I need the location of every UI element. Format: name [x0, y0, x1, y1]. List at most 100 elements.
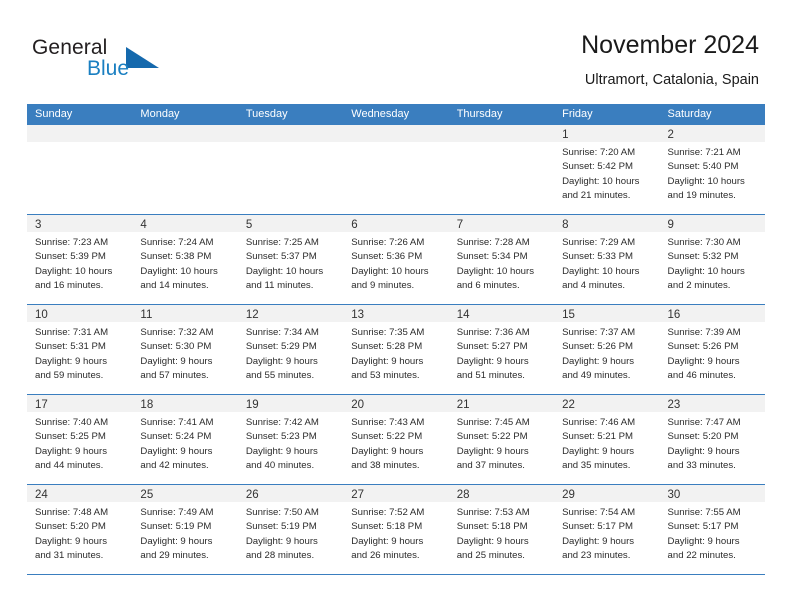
day-detail-line: Daylight: 9 hours	[245, 355, 318, 367]
day-detail-line: Daylight: 10 hours	[562, 265, 640, 277]
day-details: Sunrise: 7:45 AM Sunset: 5:22 PM Daylight:…	[449, 412, 554, 473]
day-detail-line: Sunset: 5:26 PM	[667, 341, 739, 353]
title-block: November 2024 Ultramort, Catalonia, Spai…	[581, 30, 759, 91]
day-cell-23[interactable]: 23 Sunrise: 7:47 AM Sunset: 5:20 PM Dayligh…	[659, 395, 765, 484]
day-cell-6[interactable]: 6 Sunrise: 7:26 AM Sunset: 5:36 PM Daylight…	[343, 215, 449, 304]
day-cell-26[interactable]: 26 Sunrise: 7:50 AM Sunset: 5:19 PM Dayligh…	[237, 485, 344, 574]
day-details: Sunrise: 7:48 AM Sunset: 5:20 PM Daylight:…	[27, 502, 132, 563]
day-cell-9[interactable]: 9 Sunrise: 7:30 AM Sunset: 5:32 PM Daylight…	[659, 215, 765, 304]
day-cell-1[interactable]: 1 Sunrise: 7:20 AM Sunset: 5:42 PM Daylight…	[554, 125, 660, 214]
day-number: 24	[35, 489, 48, 501]
calendar-week-row: 17 Sunrise: 7:40 AM Sunset: 5:25 PM Dayligh…	[27, 395, 765, 485]
day-cell-5[interactable]: 5 Sunrise: 7:25 AM Sunset: 5:37 PM Daylight…	[237, 215, 344, 304]
day-number-band	[27, 125, 133, 142]
weekday-header-friday: Friday	[562, 108, 593, 120]
day-detail-line: Sunrise: 7:45 AM	[456, 417, 530, 428]
day-cell-29[interactable]: 29 Sunrise: 7:54 AM Sunset: 5:17 PM Dayligh…	[554, 485, 660, 574]
day-number: 10	[35, 309, 48, 321]
day-number: 28	[456, 489, 470, 501]
day-cell-20[interactable]: 20 Sunrise: 7:43 AM Sunset: 5:22 PM Dayligh…	[343, 395, 449, 484]
day-cell-14[interactable]: 14 Sunrise: 7:36 AM Sunset: 5:27 PM Dayligh…	[448, 305, 555, 394]
day-details: Sunrise: 7:41 AM Sunset: 5:24 PM Daylight:…	[132, 412, 237, 473]
day-details: Sunrise: 7:40 AM Sunset: 5:25 PM Daylight:…	[27, 412, 132, 473]
day-detail-line: Daylight: 10 hours	[667, 265, 745, 277]
day-cell-19[interactable]: 19 Sunrise: 7:42 AM Sunset: 5:23 PM Dayligh…	[237, 395, 344, 484]
day-number: 18	[140, 399, 154, 411]
day-detail-line: Sunrise: 7:54 AM	[562, 507, 636, 518]
day-cell-4[interactable]: 4 Sunrise: 7:24 AM Sunset: 5:38 PM Daylight…	[132, 215, 238, 304]
day-cell-28[interactable]: 28 Sunrise: 7:53 AM Sunset: 5:18 PM Dayligh…	[448, 485, 555, 574]
day-number-band: 22	[554, 395, 660, 412]
day-number: 21	[456, 399, 470, 411]
page-header: General Blue November 2024 Ultramort, Ca…	[0, 0, 792, 100]
day-detail-line: and 21 minutes.	[562, 189, 631, 201]
day-cell-30[interactable]: 30 Sunrise: 7:55 AM Sunset: 5:17 PM Dayligh…	[659, 485, 765, 574]
day-cell-27[interactable]: 27 Sunrise: 7:52 AM Sunset: 5:18 PM Dayligh…	[343, 485, 449, 574]
day-cell-15[interactable]: 15 Sunrise: 7:37 AM Sunset: 5:26 PM Dayligh…	[554, 305, 660, 394]
day-cell-2[interactable]: 2 Sunrise: 7:21 AM Sunset: 5:40 PM Daylight…	[659, 125, 765, 214]
day-detail-line: and 4 minutes.	[562, 279, 626, 291]
day-detail-line: Daylight: 9 hours	[456, 355, 529, 367]
day-number: 30	[667, 489, 681, 501]
day-cell-11[interactable]: 11 Sunrise: 7:32 AM Sunset: 5:30 PM Dayligh…	[132, 305, 238, 394]
day-detail-line: and 38 minutes.	[351, 459, 420, 471]
day-cell-18[interactable]: 18 Sunrise: 7:41 AM Sunset: 5:24 PM Dayligh…	[132, 395, 238, 484]
day-number: 14	[456, 309, 470, 321]
day-detail-line: and 16 minutes.	[35, 279, 104, 291]
day-detail-line: and 42 minutes.	[140, 459, 209, 471]
day-number-band: 8	[554, 215, 660, 232]
day-detail-line: Sunrise: 7:40 AM	[35, 417, 109, 428]
day-cell-8[interactable]: 8 Sunrise: 7:29 AM Sunset: 5:33 PM Daylight…	[554, 215, 660, 304]
day-detail-line: Sunrise: 7:34 AM	[245, 327, 319, 338]
day-number: 27	[351, 489, 365, 501]
day-cell-3[interactable]: 3 Sunrise: 7:23 AM Sunset: 5:39 PM Daylight…	[27, 215, 133, 304]
day-number-band: 26	[237, 485, 344, 502]
day-number-band: 6	[343, 215, 449, 232]
calendar-week-row: 3 Sunrise: 7:23 AM Sunset: 5:39 PM Daylight…	[27, 215, 765, 305]
day-detail-line: Daylight: 9 hours	[456, 445, 529, 457]
day-cell-10[interactable]: 10 Sunrise: 7:31 AM Sunset: 5:31 PM Dayligh…	[27, 305, 133, 394]
weekday-header-sunday: Sunday	[35, 108, 73, 120]
day-cell-25[interactable]: 25 Sunrise: 7:49 AM Sunset: 5:19 PM Dayligh…	[132, 485, 238, 574]
page-title: November 2024	[581, 31, 759, 59]
day-cell-22[interactable]: 22 Sunrise: 7:46 AM Sunset: 5:21 PM Dayligh…	[554, 395, 660, 484]
day-number-band: 14	[448, 305, 555, 322]
day-detail-line: Sunrise: 7:35 AM	[351, 327, 425, 338]
day-cell-13[interactable]: 13 Sunrise: 7:35 AM Sunset: 5:28 PM Dayligh…	[343, 305, 449, 394]
day-cell-12[interactable]: 12 Sunrise: 7:34 AM Sunset: 5:29 PM Dayligh…	[237, 305, 344, 394]
day-number: 5	[245, 219, 253, 231]
day-detail-line: Sunset: 5:17 PM	[667, 521, 739, 533]
day-detail-line: and 23 minutes.	[562, 549, 631, 561]
weekday-header-wednesday: Wednesday	[351, 108, 410, 120]
day-number: 22	[562, 399, 575, 411]
page-subtitle: Ultramort, Catalonia, Spain	[584, 72, 759, 88]
day-cell-7[interactable]: 7 Sunrise: 7:28 AM Sunset: 5:34 PM Daylight…	[448, 215, 555, 304]
day-details: Sunrise: 7:23 AM Sunset: 5:39 PM Daylight:…	[27, 232, 132, 293]
day-details: Sunrise: 7:54 AM Sunset: 5:17 PM Daylight:…	[554, 502, 659, 563]
day-detail-line: Sunrise: 7:23 AM	[35, 237, 109, 248]
day-number-band: 20	[343, 395, 449, 412]
day-details: Sunrise: 7:26 AM Sunset: 5:36 PM Daylight:…	[343, 232, 448, 293]
day-detail-line: Sunset: 5:21 PM	[562, 431, 634, 443]
day-number-band	[343, 125, 449, 142]
day-number-band: 18	[132, 395, 238, 412]
day-number: 29	[562, 489, 575, 501]
day-detail-line: Sunset: 5:42 PM	[562, 161, 634, 173]
day-detail-line: Sunset: 5:34 PM	[456, 251, 528, 263]
day-detail-line: Daylight: 10 hours	[351, 265, 429, 277]
day-cell-21[interactable]: 21 Sunrise: 7:45 AM Sunset: 5:22 PM Dayligh…	[448, 395, 555, 484]
day-details: Sunrise: 7:36 AM Sunset: 5:27 PM Daylight:…	[449, 322, 554, 383]
day-detail-line: Sunset: 5:28 PM	[351, 341, 423, 353]
day-cell-17[interactable]: 17 Sunrise: 7:40 AM Sunset: 5:25 PM Dayligh…	[27, 395, 133, 484]
day-detail-line: Sunrise: 7:36 AM	[456, 327, 530, 338]
day-detail-line: Sunset: 5:31 PM	[35, 341, 106, 353]
day-number: 4	[140, 219, 147, 231]
day-cell-16[interactable]: 16 Sunrise: 7:39 AM Sunset: 5:26 PM Dayligh…	[659, 305, 765, 394]
day-cell-24[interactable]: 24 Sunrise: 7:48 AM Sunset: 5:20 PM Dayligh…	[27, 485, 133, 574]
day-details: Sunrise: 7:50 AM Sunset: 5:19 PM Daylight:…	[238, 502, 343, 563]
calendar-week-row: 1 Sunrise: 7:20 AM Sunset: 5:42 PM Daylight…	[27, 125, 765, 215]
day-number: 23	[667, 399, 681, 411]
day-detail-line: Sunset: 5:23 PM	[245, 431, 317, 443]
day-detail-line: Daylight: 9 hours	[140, 355, 213, 367]
weekday-header-row: Sunday Monday Tuesday Wednesday Thursday Frid…	[27, 104, 765, 125]
